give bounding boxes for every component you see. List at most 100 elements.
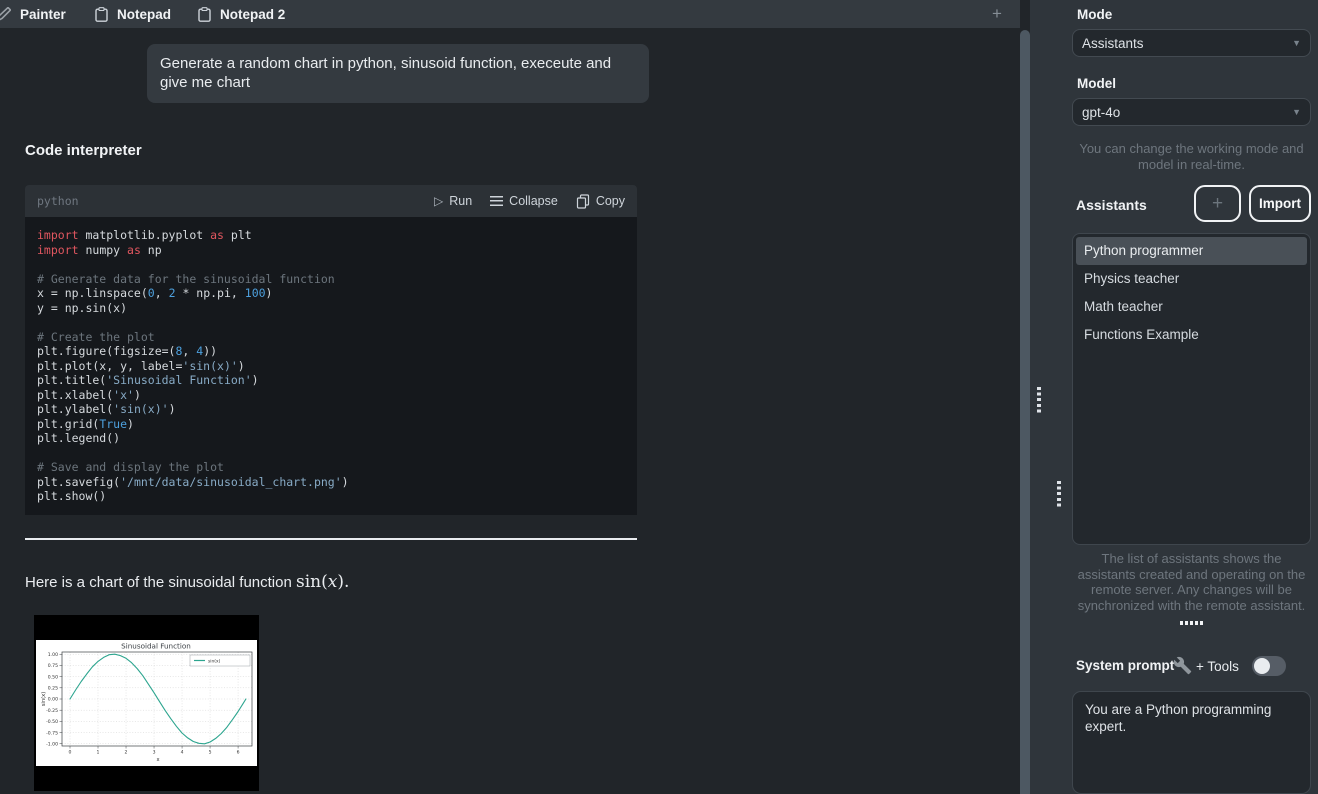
code-line: # Create the plot xyxy=(37,330,625,345)
clipboard-icon xyxy=(198,7,211,22)
system-prompt-label: System prompt xyxy=(1076,658,1174,673)
tools-toggle[interactable] xyxy=(1252,656,1286,676)
code-line: plt.grid(True) xyxy=(37,417,625,432)
code-block-header: python ▷ Run Collapse Copy xyxy=(25,185,637,217)
model-value: gpt-4o xyxy=(1082,105,1120,120)
import-label: Import xyxy=(1259,196,1301,211)
copy-icon xyxy=(576,194,590,209)
tab-notepad-2[interactable]: Notepad 2 xyxy=(198,0,285,28)
assistant-response: Here is a chart of the sinusoidal functi… xyxy=(25,572,349,592)
svg-text:0.00: 0.00 xyxy=(48,697,58,703)
sinusoid-chart: Sinusoidal Function 0 1 2 3 4 5 6 1.00 0.75 0.50 0.… xyxy=(34,615,259,791)
drag-handle-dots-icon[interactable] xyxy=(1180,621,1204,625)
chart-image[interactable]: Sinusoidal Function 0 1 2 3 4 5 6 1.00 0.75 0.50 0.… xyxy=(34,615,259,791)
code-line: plt.savefig('/mnt/data/sinusoidal_chart.… xyxy=(37,475,625,490)
code-content: import matplotlib.pyplot as pltimport nu… xyxy=(25,217,637,515)
copy-button[interactable]: Copy xyxy=(576,194,625,209)
svg-text:Sinusoidal Function: Sinusoidal Function xyxy=(121,642,191,651)
copy-label: Copy xyxy=(596,194,625,208)
run-label: Run xyxy=(449,194,472,208)
svg-text:0: 0 xyxy=(69,750,72,756)
assistant-item-python-programmer[interactable]: Python programmer xyxy=(1076,237,1307,265)
assistant-item-math-teacher[interactable]: Math teacher xyxy=(1076,293,1307,321)
assistant-item-functions-example[interactable]: Functions Example xyxy=(1076,321,1307,349)
play-icon: ▷ xyxy=(434,195,443,207)
tab-label: Painter xyxy=(20,7,66,22)
code-line: # Generate data for the sinusoidal funct… xyxy=(37,272,625,287)
code-line: import numpy as np xyxy=(37,243,625,258)
svg-text:-0.50: -0.50 xyxy=(46,719,58,725)
svg-text:-0.25: -0.25 xyxy=(46,708,58,714)
assistants-label: Assistants xyxy=(1076,197,1147,213)
code-line xyxy=(37,257,625,272)
svg-text:-0.75: -0.75 xyxy=(46,730,58,736)
collapse-label: Collapse xyxy=(509,194,558,208)
svg-text:sin(x): sin(x) xyxy=(41,692,47,707)
svg-text:0.75: 0.75 xyxy=(48,663,58,669)
code-line: plt.xlabel('x') xyxy=(37,388,625,403)
svg-text:0.50: 0.50 xyxy=(48,674,58,680)
svg-text:x: x xyxy=(156,757,159,763)
code-line: plt.ylabel('sin(x)') xyxy=(37,402,625,417)
svg-text:3: 3 xyxy=(153,750,156,756)
inline-math: sin(x). xyxy=(296,572,349,592)
collapse-icon xyxy=(490,196,503,206)
svg-text:1: 1 xyxy=(97,750,100,756)
mode-value: Assistants xyxy=(1082,36,1144,51)
tab-label: Notepad 2 xyxy=(220,7,285,22)
code-line xyxy=(37,315,625,330)
tab-notepad[interactable]: Notepad xyxy=(95,0,171,28)
right-panel: Mode Assistants ▼ Model gpt-4o ▼ You can… xyxy=(1030,0,1318,794)
chat-scrollbar[interactable] xyxy=(1020,30,1030,794)
code-line: # Save and display the plot xyxy=(37,460,625,475)
code-line: plt.show() xyxy=(37,489,625,504)
system-prompt-input[interactable]: You are a Python programming expert. xyxy=(1072,691,1311,794)
code-block: python ▷ Run Collapse Copy import matplo… xyxy=(25,185,637,515)
new-tab-button[interactable]: + xyxy=(992,0,1002,28)
svg-text:6: 6 xyxy=(237,750,240,756)
clipboard-icon xyxy=(95,7,108,22)
run-button[interactable]: ▷ Run xyxy=(434,194,472,208)
tools-label: + Tools xyxy=(1196,659,1239,674)
svg-text:sin(x): sin(x) xyxy=(208,658,221,664)
code-line: plt.title('Sinusoidal Function') xyxy=(37,373,625,388)
svg-text:1.00: 1.00 xyxy=(48,652,58,658)
assistant-item-physics-teacher[interactable]: Physics teacher xyxy=(1076,265,1307,293)
tab-painter[interactable]: Painter xyxy=(0,0,66,28)
toggle-knob xyxy=(1254,658,1270,674)
svg-text:5: 5 xyxy=(209,750,212,756)
tab-bar: Painter Notepad Notepad 2 + xyxy=(0,0,1020,28)
code-line: plt.plot(x, y, label='sin(x)') xyxy=(37,359,625,374)
assistants-hint-text: The list of assistants shows the assista… xyxy=(1072,551,1311,613)
import-assistant-button[interactable]: Import xyxy=(1249,185,1311,222)
svg-text:0.25: 0.25 xyxy=(48,686,58,692)
mode-hint-text: You can change the working mode and mode… xyxy=(1072,141,1311,172)
mode-select[interactable]: Assistants ▼ xyxy=(1072,29,1311,57)
panel-resize-handle-icon[interactable] xyxy=(1037,387,1041,413)
model-label: Model xyxy=(1077,76,1116,91)
svg-text:2: 2 xyxy=(125,750,128,756)
code-language-label: python xyxy=(37,194,79,208)
assistants-list: Python programmerPhysics teacherMath tea… xyxy=(1072,233,1311,545)
chevron-down-icon: ▼ xyxy=(1292,38,1301,48)
code-line: x = np.linspace(0, 2 * np.pi, 100) xyxy=(37,286,625,301)
code-line xyxy=(37,446,625,461)
system-prompt-row: System prompt + Tools xyxy=(1072,656,1311,678)
chevron-down-icon: ▼ xyxy=(1292,107,1301,117)
code-line: import matplotlib.pyplot as plt xyxy=(37,228,625,243)
svg-text:-1.00: -1.00 xyxy=(46,741,58,747)
code-line: y = np.sin(x) xyxy=(37,301,625,316)
panel-resize-handle-icon[interactable] xyxy=(1057,481,1061,507)
wrench-icon xyxy=(1173,656,1192,675)
brush-icon xyxy=(0,7,11,21)
model-select[interactable]: gpt-4o ▼ xyxy=(1072,98,1311,126)
message-divider xyxy=(25,538,637,540)
user-message: Generate a random chart in python, sinus… xyxy=(147,44,649,103)
code-interpreter-heading: Code interpreter xyxy=(25,142,142,159)
svg-text:4: 4 xyxy=(181,750,184,756)
mode-label: Mode xyxy=(1077,7,1112,22)
add-assistant-button[interactable]: + xyxy=(1194,185,1241,222)
plus-icon: + xyxy=(1212,193,1223,215)
collapse-button[interactable]: Collapse xyxy=(490,194,558,208)
code-line: plt.legend() xyxy=(37,431,625,446)
